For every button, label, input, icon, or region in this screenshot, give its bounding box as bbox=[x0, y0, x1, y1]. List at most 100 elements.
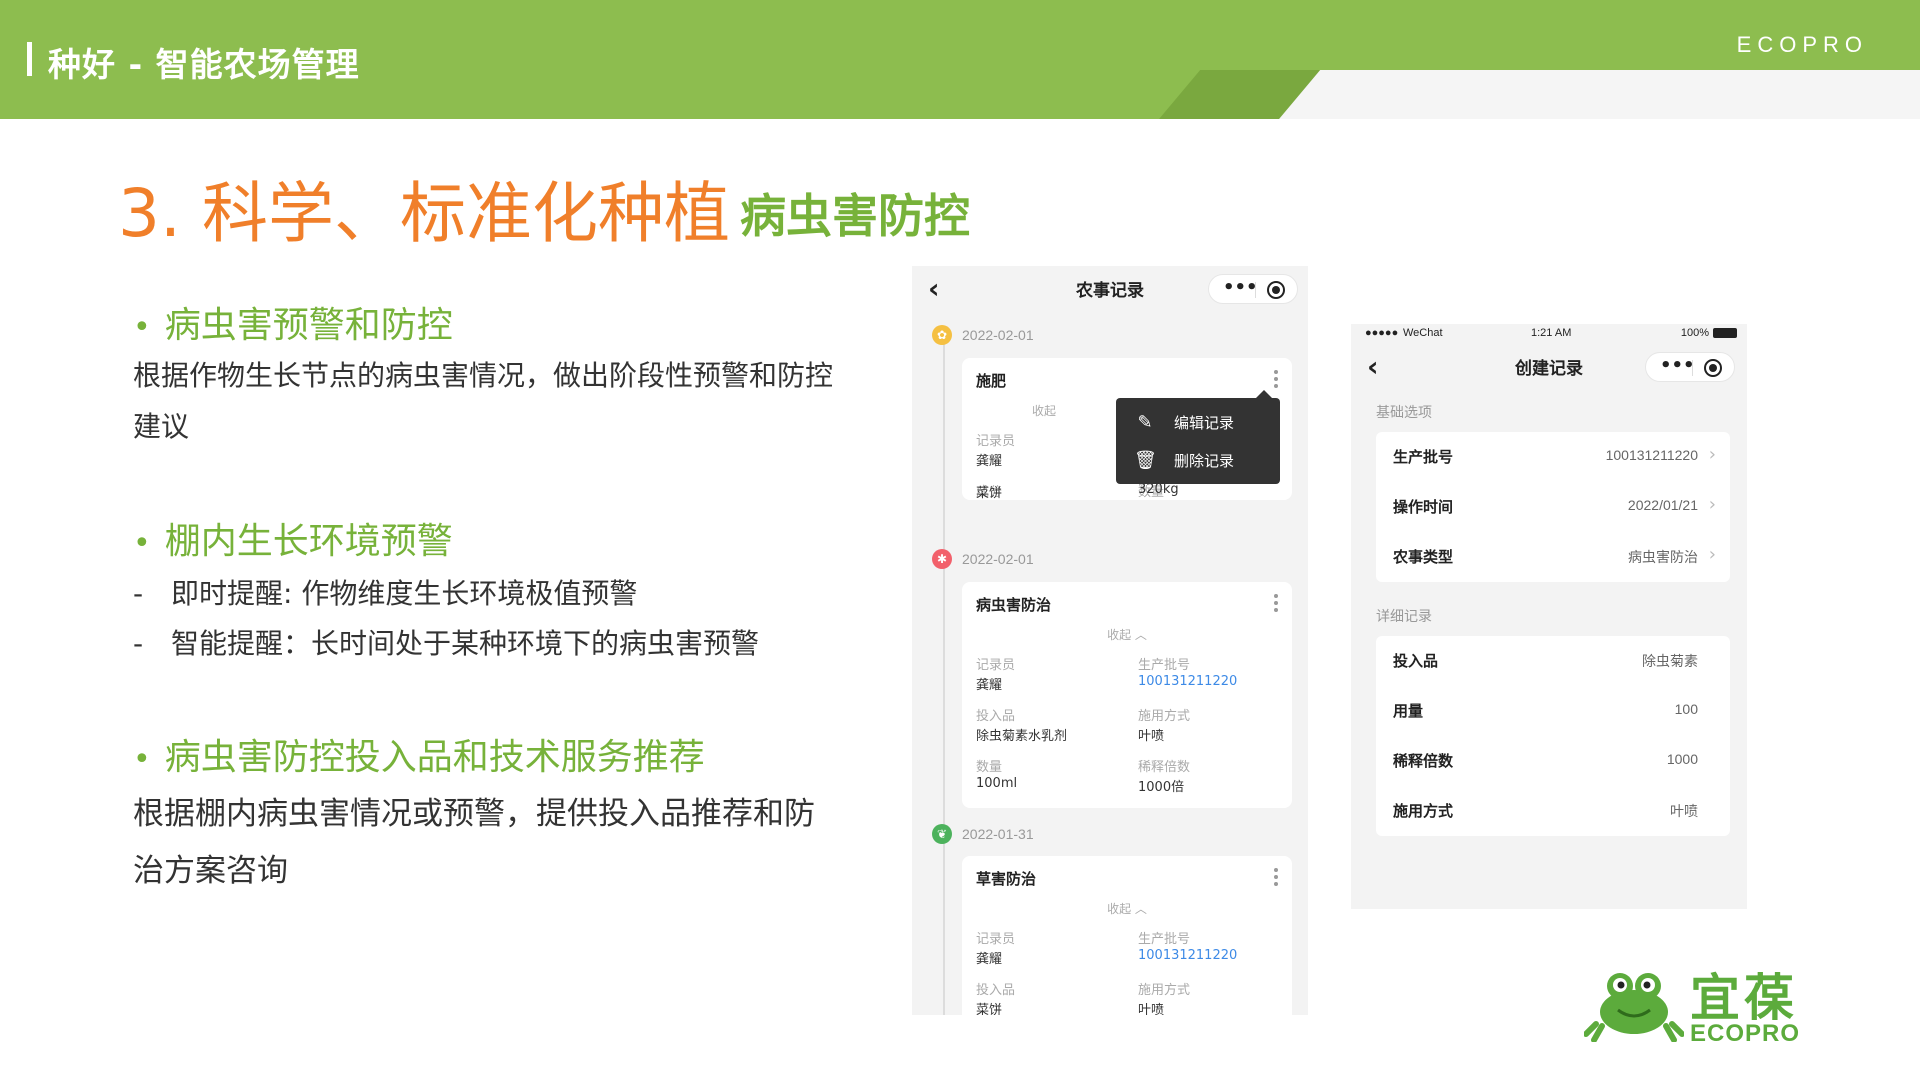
row-value: 病虫害防治 bbox=[1628, 550, 1698, 566]
status-time: 1:21 AM bbox=[1531, 327, 1572, 339]
batch-number-link[interactable]: 100131211220 bbox=[1138, 674, 1237, 689]
form-row-input[interactable]: 投入品 除虫菊素 bbox=[1376, 636, 1730, 686]
section-title: 基础选项 bbox=[1376, 405, 1432, 421]
bullet-dot-icon: • bbox=[133, 742, 151, 777]
collapse-toggle[interactable]: 收起 ︿ bbox=[962, 900, 1292, 917]
more-vertical-icon[interactable] bbox=[1274, 370, 1278, 391]
form-row-type[interactable]: 农事类型 病虫害防治 › bbox=[1376, 532, 1730, 582]
field-value: 320kg bbox=[1138, 482, 1179, 497]
carrier: WeChat bbox=[1403, 327, 1443, 339]
collapse-toggle[interactable]: 收起 bbox=[1032, 402, 1056, 419]
capsule-divider bbox=[1692, 360, 1693, 376]
record-title: 草害防治 bbox=[976, 870, 1037, 888]
delete-record-label: 删除记录 bbox=[1174, 452, 1235, 470]
form-row-amount[interactable]: 用量 100 bbox=[1376, 686, 1730, 736]
bullet-title-text: 病虫害预警和防控 bbox=[164, 305, 453, 346]
field-value: 龚耀 bbox=[976, 678, 1003, 693]
row-value: 100131211220 bbox=[1605, 447, 1698, 463]
record-card[interactable]: 病虫害防治 收起 ︿ 记录员 龚耀 生产批号 100131211220 投入品 … bbox=[962, 582, 1292, 808]
row-label: 操作时间 bbox=[1393, 498, 1454, 516]
close-record-icon[interactable] bbox=[1267, 281, 1285, 299]
field-value: 龚耀 bbox=[976, 952, 1003, 967]
collapse-toggle[interactable]: 收起 ︿ bbox=[962, 626, 1292, 643]
battery-icon bbox=[1713, 328, 1737, 338]
collapse-label: 收起 bbox=[1107, 628, 1132, 642]
row-label: 生产批号 bbox=[1393, 448, 1454, 466]
row-label: 投入品 bbox=[1393, 652, 1439, 670]
bullet-text: 根据棚内病虫害情况或预警，提供投入品推荐和防治方案咨询 bbox=[133, 796, 815, 889]
bullet-title: • 棚内生长环境预警 bbox=[133, 512, 453, 564]
mini-program-capsule: ••• bbox=[1208, 274, 1298, 304]
bullet-subitem-text: 即时提醒: 作物维度生长环境极值预警 bbox=[171, 577, 638, 610]
timeline-dot-icon: ❦ bbox=[932, 824, 952, 844]
field-label: 记录员 bbox=[976, 434, 1016, 449]
bullet-dot-icon: • bbox=[133, 310, 151, 345]
more-icon[interactable]: ••• bbox=[1660, 355, 1695, 376]
field-label: 记录员 bbox=[976, 932, 1016, 947]
timeline-dot-icon: ✿ bbox=[932, 325, 952, 345]
more-icon[interactable]: ••• bbox=[1223, 277, 1258, 298]
field-value: 叶喷 bbox=[1138, 1003, 1165, 1015]
row-value: 1000 bbox=[1666, 751, 1698, 767]
signal-icon: ●●●●● bbox=[1365, 327, 1399, 339]
phone-screen-farm-records: ‹ 农事记录 ••• ✿ 2022-02-01 施肥 收起 记录员 龚耀 成分 … bbox=[912, 266, 1308, 1015]
form-row-time[interactable]: 操作时间 2022/01/21 › bbox=[1376, 482, 1730, 532]
record-card[interactable]: 草害防治 收起 ︿ 记录员 龚耀 生产批号 100131211220 投入品 菜… bbox=[962, 856, 1292, 1015]
basic-options-card: 生产批号 100131211220 › 操作时间 2022/01/21 › 农事… bbox=[1376, 432, 1730, 582]
form-row-dilution[interactable]: 稀释倍数 1000 bbox=[1376, 736, 1730, 786]
row-value: 除虫菊素 bbox=[1642, 654, 1698, 670]
entry-date: 2022-02-01 bbox=[962, 551, 1034, 567]
close-record-icon[interactable] bbox=[1704, 359, 1722, 377]
field-label: 记录员 bbox=[976, 658, 1016, 673]
entry-date: 2022-01-31 bbox=[962, 826, 1034, 842]
more-vertical-icon[interactable] bbox=[1274, 594, 1278, 615]
field-value: 叶喷 bbox=[1138, 729, 1165, 744]
row-value: 叶喷 bbox=[1670, 804, 1698, 820]
field-value: 龚耀 bbox=[976, 454, 1003, 469]
chevron-up-icon: ︿ bbox=[1134, 902, 1147, 916]
field-label: 生产批号 bbox=[1138, 932, 1191, 947]
row-label: 施用方式 bbox=[1393, 802, 1454, 820]
collapse-label: 收起 bbox=[1107, 902, 1132, 916]
field-value: 100ml bbox=[976, 776, 1018, 791]
edit-record-item[interactable]: ✎ 编辑记录 bbox=[1134, 412, 1234, 433]
nav-bar: ‹ 创建记录 ••• bbox=[1351, 344, 1747, 388]
field-value: 菜饼 bbox=[976, 1003, 1003, 1015]
detail-record-card: 投入品 除虫菊素 用量 100 稀释倍数 1000 施用方式 叶喷 bbox=[1376, 636, 1730, 836]
bullet-title: • 病虫害防控投入品和技术服务推荐 bbox=[133, 728, 705, 780]
timeline-line bbox=[943, 338, 945, 1015]
form-row-method[interactable]: 施用方式 叶喷 bbox=[1376, 786, 1730, 836]
timeline-dot-icon: ✱ bbox=[932, 549, 952, 569]
bullet-title: • 病虫害预警和防控 bbox=[133, 296, 453, 348]
form-row-batch[interactable]: 生产批号 100131211220 › bbox=[1376, 432, 1730, 482]
chevron-up-icon: ︿ bbox=[1134, 628, 1147, 642]
field-label: 稀释倍数 bbox=[1138, 760, 1191, 775]
status-bar: ●●●●● WeChat 1:21 AM 100% bbox=[1351, 324, 1747, 344]
chevron-right-icon: › bbox=[1708, 544, 1716, 565]
field-label: 生产批号 bbox=[1138, 658, 1191, 673]
batch-number-link[interactable]: 100131211220 bbox=[1138, 948, 1237, 963]
field-value: 1000倍 bbox=[1138, 780, 1185, 795]
chevron-right-icon: › bbox=[1708, 494, 1716, 515]
edit-record-label: 编辑记录 bbox=[1174, 414, 1235, 432]
section-title: 详细记录 bbox=[1376, 609, 1432, 625]
bullet-text: 根据作物生长节点的病虫害情况，做出阶段性预警和防控建议 bbox=[133, 359, 834, 443]
battery-level: 100% bbox=[1680, 327, 1709, 339]
slide-title: 3. 科学、标准化种植 bbox=[118, 175, 730, 252]
bullet-title-text: 棚内生长环境预警 bbox=[164, 521, 453, 562]
bullet-title-text: 病虫害防控投入品和技术服务推荐 bbox=[164, 737, 705, 778]
field-label: 投入品 bbox=[976, 983, 1016, 998]
bullet-dot-icon: • bbox=[133, 526, 151, 561]
header-title: 种好 - 智能农场管理 bbox=[48, 45, 360, 84]
record-title: 病虫害防治 bbox=[976, 596, 1052, 614]
more-vertical-icon[interactable] bbox=[1274, 868, 1278, 889]
phone-screen-create-record: ●●●●● WeChat 1:21 AM 100% ‹ 创建记录 ••• 基础选… bbox=[1351, 324, 1747, 909]
header-brand: ECOPRO bbox=[1736, 32, 1868, 57]
field-label: 施用方式 bbox=[1138, 983, 1191, 998]
row-value: 2022/01/21 bbox=[1627, 497, 1698, 513]
row-label: 农事类型 bbox=[1393, 548, 1454, 566]
row-value: 100 bbox=[1674, 701, 1698, 717]
row-label: 用量 bbox=[1393, 702, 1424, 720]
delete-record-item[interactable]: 🗑 删除记录 bbox=[1134, 450, 1234, 471]
bullet-subitem: - 智能提醒：长时间处于某种环境下的病虫害预警 bbox=[133, 627, 760, 660]
